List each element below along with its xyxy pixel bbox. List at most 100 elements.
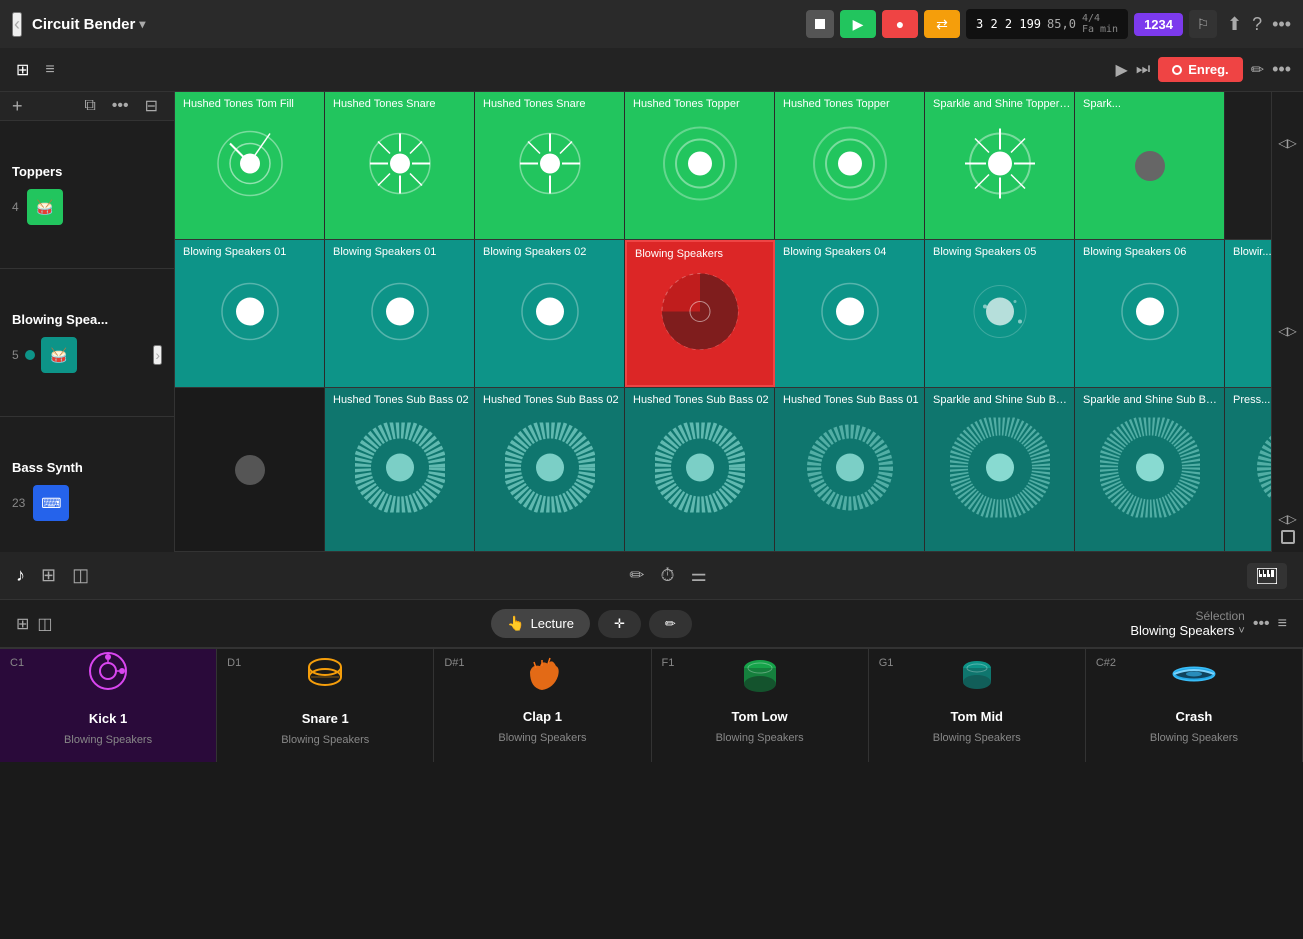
play-button[interactable]: ▶ (840, 10, 876, 38)
clip-sparkle-sub-bass-2[interactable]: Sparkle and Shine Sub Bass 0 (1075, 388, 1225, 551)
clap-icon (520, 652, 564, 701)
right-scroll-1[interactable]: ◁▷ (1274, 132, 1300, 154)
clip-sub-bass-01[interactable]: Hushed Tones Sub Bass 01 (775, 388, 925, 551)
clip-blowing-more[interactable]: Blowir... (1225, 240, 1271, 387)
clip-blowing-06[interactable]: Blowing Speakers 06 (1075, 240, 1225, 387)
transport-controls: ▶ ● ⇄ 3 2 2 199 85,0 4/4Fa min 1234 ⚐ (806, 9, 1217, 39)
clip-blowing-01b[interactable]: Blowing Speakers 01 (325, 240, 475, 387)
track-row-toppers: Toppers 4 🥁 (0, 121, 174, 269)
move-mode-button[interactable]: ✛ (598, 610, 641, 638)
top-right-icons: ⬆ ? ••• (1227, 14, 1291, 35)
lines-button[interactable]: ≡ (1278, 615, 1287, 633)
keyboard-toggle[interactable] (1247, 563, 1287, 589)
pencil-button[interactable]: ✏ (1251, 60, 1264, 80)
kick-icon (86, 649, 130, 703)
clip-hushed-topper-1[interactable]: Hushed Tones Topper (625, 92, 775, 239)
instr-pencil-button[interactable]: ✏ (629, 565, 644, 586)
clip-blowing-05[interactable]: Blowing Speakers 05 (925, 240, 1075, 387)
more-button[interactable]: ••• (1272, 59, 1291, 80)
clip-blowing-04[interactable]: Blowing Speakers 04 (775, 240, 925, 387)
clip-blowing-01a[interactable]: Blowing Speakers 01 (175, 240, 325, 387)
instrument-toolbar: ♪ ⊞ ◫ ✏ ⏱ ⚌ (0, 552, 1303, 600)
track-options-button[interactable]: ••• (108, 92, 133, 120)
loop-button[interactable]: ⇄ (924, 10, 960, 38)
track-synth-icon[interactable]: ⌨ (33, 485, 69, 521)
track-sort-button[interactable]: ⊟ (141, 92, 162, 120)
copy-track-button[interactable]: ⧉ (80, 92, 99, 120)
right-scroll-3[interactable]: ◁▷ (1274, 508, 1300, 530)
tom-low-icon (738, 652, 782, 701)
add-track-button[interactable]: + (12, 96, 23, 117)
back-button[interactable]: ‹ (12, 12, 22, 37)
layout-split-button[interactable]: ◫ (37, 614, 52, 634)
project-title[interactable]: Circuit Bender ▾ (32, 16, 145, 33)
right-controls: ◁▷ ◁▷ ◁▷ (1271, 92, 1303, 552)
right-scroll-2[interactable]: ◁▷ (1274, 320, 1300, 342)
share-icon[interactable]: ⬆ (1227, 14, 1242, 35)
clip-row-bass: Hushed Tones Sub Bass 02 Hushed Tones Su… (175, 388, 1271, 552)
top-bar: ‹ Circuit Bender ▾ ▶ ● ⇄ 3 2 2 199 85,0 … (0, 0, 1303, 48)
clip-spark-partial[interactable]: Spark... (1075, 92, 1225, 239)
drum-pad-tom-mid[interactable]: G1 Tom Mid Blowing Speakers (869, 648, 1086, 762)
clip-hushed-snare-1[interactable]: Hushed Tones Snare (325, 92, 475, 239)
track-drum-icon-blowing[interactable]: 🥁 (41, 337, 77, 373)
pencil-mode-button[interactable]: ✏ (649, 610, 692, 638)
drum-pads: C1 Kick 1 Blowing Speakers D1 (0, 648, 1303, 762)
metronome-button[interactable]: 1234 (1134, 13, 1183, 36)
secondary-bar: ⊞ ≡ ▶ ⏭ Enreg. ✏ ••• (0, 48, 1303, 92)
playback-buttons: ▶ ⏭ Enreg. ✏ (1116, 57, 1265, 82)
play-sm-button[interactable]: ▶ (1116, 60, 1128, 80)
lecture-mode-button[interactable]: 👆 Lecture (491, 609, 590, 638)
clip-press-partial[interactable]: Press... (1225, 388, 1271, 551)
track-expand-button[interactable]: › (153, 345, 162, 365)
instrument-notes-button[interactable]: ♪ (16, 565, 25, 586)
arrangement-area: + ⧉ ••• ⊟ Toppers 4 🥁 Blowing Spea... (0, 92, 1303, 552)
drum-pad-kick[interactable]: C1 Kick 1 Blowing Speakers (0, 648, 217, 762)
record-enreg-button[interactable]: Enreg. (1158, 57, 1242, 82)
bottom-section: ♪ ⊞ ◫ ✏ ⏱ ⚌ ⊞ ◫ 👆 (0, 552, 1303, 762)
clip-hushed-snare-2[interactable]: Hushed Tones Snare (475, 92, 625, 239)
record-button[interactable]: ● (882, 10, 918, 38)
clip-sparkle-topper[interactable]: Sparkle and Shine Topper 02 (925, 92, 1075, 239)
drum-pad-crash[interactable]: C#2 Crash Blowing Speakers (1086, 648, 1303, 762)
flag-button[interactable]: ⚐ (1189, 10, 1217, 38)
track-row-bass: Bass Synth 23 ⌨ (0, 417, 174, 565)
clip-row-toppers: Hushed Tones Tom Fill Hushed Tones Snare (175, 92, 1271, 240)
list-view-button[interactable]: ≡ (41, 56, 58, 84)
clip-sub-bass-02b[interactable]: Hushed Tones Sub Bass 02 (475, 388, 625, 551)
snare-icon (303, 649, 347, 703)
instrument-settings-button[interactable]: ◫ (72, 565, 89, 586)
grid-view-button[interactable]: ⊞ (12, 56, 33, 84)
track-row-blowing: Blowing Spea... 5 🥁 › (0, 269, 174, 417)
help-icon[interactable]: ? (1252, 14, 1262, 35)
clip-blowing-02[interactable]: Blowing Speakers 02 (475, 240, 625, 387)
project-chevron: ▾ (139, 17, 145, 31)
track-header-toolbar: + ⧉ ••• ⊟ (0, 92, 174, 121)
grid-resize-handle[interactable] (1281, 530, 1295, 544)
instr-eq-button[interactable]: ⚌ (691, 565, 707, 586)
clip-sparkle-sub-bass-1[interactable]: Sparkle and Shine Sub Bass 0 (925, 388, 1075, 551)
clip-grid: Hushed Tones Tom Fill Hushed Tones Snare (175, 92, 1271, 552)
layout-grid-button[interactable]: ⊞ (16, 614, 29, 634)
crash-icon (1172, 652, 1216, 701)
drum-pad-snare[interactable]: D1 Snare 1 Blowing Speakers (217, 648, 434, 762)
stop-button[interactable] (806, 10, 834, 38)
track-color-dot-blowing (25, 350, 35, 360)
instrument-pads-button[interactable]: ⊞ (41, 565, 56, 586)
clip-sub-bass-02c[interactable]: Hushed Tones Sub Bass 02 (625, 388, 775, 551)
rec-dot (1172, 65, 1182, 75)
clip-hushed-tom-fill[interactable]: Hushed Tones Tom Fill (175, 92, 325, 239)
drum-pad-tom-low[interactable]: F1 Tom Low Blowing Speakers (652, 648, 869, 762)
tom-mid-icon (955, 652, 999, 701)
selection-more-button[interactable]: ••• (1253, 615, 1270, 633)
skip-button[interactable]: ⏭ (1136, 61, 1150, 79)
clip-blowing-playing[interactable]: Blowing Speakers (625, 240, 775, 387)
position-display: 3 2 2 199 85,0 4/4Fa min (966, 9, 1128, 39)
more-icon[interactable]: ••• (1272, 14, 1291, 35)
track-drum-icon-toppers[interactable]: 🥁 (27, 189, 63, 225)
drum-pad-clap[interactable]: D#1 Clap 1 Blowing Speakers (434, 648, 651, 762)
clip-bass-empty[interactable] (175, 388, 325, 551)
instr-clock-button[interactable]: ⏱ (661, 565, 675, 586)
clip-sub-bass-02a[interactable]: Hushed Tones Sub Bass 02 (325, 388, 475, 551)
clip-hushed-topper-2[interactable]: Hushed Tones Topper (775, 92, 925, 239)
